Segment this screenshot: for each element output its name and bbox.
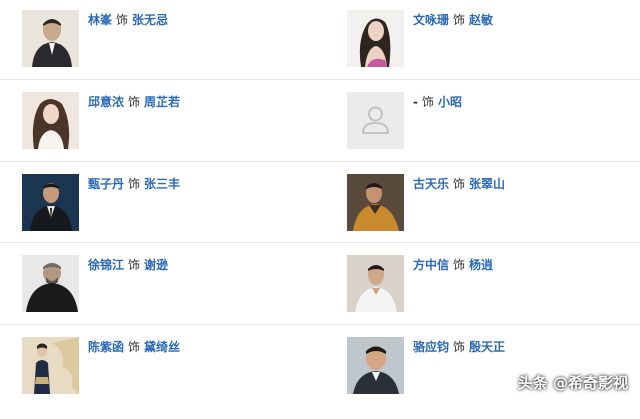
role-separator: 饰	[128, 95, 141, 109]
actor-name[interactable]: 甄子丹	[88, 177, 124, 191]
character-name[interactable]: 赵敏	[469, 13, 493, 27]
role-separator: 饰	[128, 258, 141, 272]
role-separator: 饰	[128, 340, 141, 354]
actor-name[interactable]: 徐锦江	[88, 258, 124, 272]
cast-row: 甄子丹饰张三丰 古天乐饰张翠山	[0, 174, 640, 256]
cast-credit: 林峯饰张无忌	[88, 12, 168, 28]
role-separator: 饰	[128, 177, 141, 191]
actor-name[interactable]: 邱意浓	[88, 95, 124, 109]
actor-name[interactable]: 林峯	[88, 13, 112, 27]
character-name[interactable]: 黛绮丝	[144, 340, 180, 354]
cast-credit: 甄子丹饰张三丰	[88, 176, 180, 192]
character-name[interactable]: 张无忌	[132, 13, 168, 27]
character-name[interactable]: 张翠山	[469, 177, 505, 191]
cast-credit: 骆应钧饰殷天正	[413, 339, 505, 355]
actor-photo-icon[interactable]	[347, 337, 404, 394]
actor-photo-icon[interactable]	[347, 174, 404, 231]
row-divider	[0, 161, 640, 162]
cast-credit: 文咏珊饰赵敏	[413, 12, 493, 28]
actor-name[interactable]: 文咏珊	[413, 13, 449, 27]
placeholder-person-icon[interactable]	[347, 92, 404, 149]
cast-credit: 陈紫函饰黛绮丝	[88, 339, 180, 355]
actor-name: -	[413, 95, 418, 109]
cast-item: - 饰小昭	[347, 92, 640, 150]
actor-photo-icon[interactable]	[22, 174, 79, 231]
cast-item: 徐锦江饰谢逊	[22, 255, 322, 313]
watermark: 头条 @希奇影视	[517, 374, 628, 392]
character-name[interactable]: 杨逍	[469, 258, 493, 272]
row-divider	[0, 242, 640, 243]
cast-item: 陈紫函饰黛绮丝	[22, 337, 322, 395]
character-name[interactable]: 谢逊	[144, 258, 168, 272]
role-separator: 饰	[116, 13, 129, 27]
cast-credit: 古天乐饰张翠山	[413, 176, 505, 192]
character-name[interactable]: 殷天正	[469, 340, 505, 354]
row-divider	[0, 324, 640, 325]
actor-photo-icon[interactable]	[22, 10, 79, 67]
actor-name[interactable]: 骆应钧	[413, 340, 449, 354]
cast-grid: 林峯饰张无忌 文咏珊饰赵敏 邱意浓饰周芷若 - 饰 小昭 甄子丹 饰 张三丰 古…	[0, 0, 640, 405]
cast-item: 方中信饰杨逍	[347, 255, 640, 313]
character-name[interactable]: 张三丰	[144, 177, 180, 191]
cast-credit: 邱意浓饰周芷若	[88, 94, 180, 110]
actor-photo-icon[interactable]	[347, 255, 404, 312]
actor-name[interactable]: 古天乐	[413, 177, 449, 191]
role-separator: 饰	[453, 13, 466, 27]
role-separator: 饰	[421, 95, 434, 109]
cast-item: 古天乐饰张翠山	[347, 174, 640, 232]
character-name[interactable]: 小昭	[438, 95, 462, 109]
role-separator: 饰	[453, 340, 466, 354]
character-name[interactable]: 周芷若	[144, 95, 180, 109]
actor-photo-icon[interactable]	[22, 92, 79, 149]
cast-credit: - 饰小昭	[413, 94, 462, 110]
cast-credit: 徐锦江饰谢逊	[88, 257, 168, 273]
row-divider	[0, 79, 640, 80]
actor-name[interactable]: 方中信	[413, 258, 449, 272]
actor-name[interactable]: 陈紫函	[88, 340, 124, 354]
cast-item: 文咏珊饰赵敏	[347, 10, 640, 68]
actor-photo-icon[interactable]	[347, 10, 404, 67]
cast-item: 林峯饰张无忌	[22, 10, 322, 68]
cast-item: 甄子丹饰张三丰	[22, 174, 322, 232]
role-separator: 饰	[453, 258, 466, 272]
actor-photo-icon[interactable]	[22, 255, 79, 312]
actor-photo-icon[interactable]	[22, 337, 79, 394]
role-separator: 饰	[453, 177, 466, 191]
cast-item: 邱意浓饰周芷若	[22, 92, 322, 150]
cast-credit: 方中信饰杨逍	[413, 257, 493, 273]
